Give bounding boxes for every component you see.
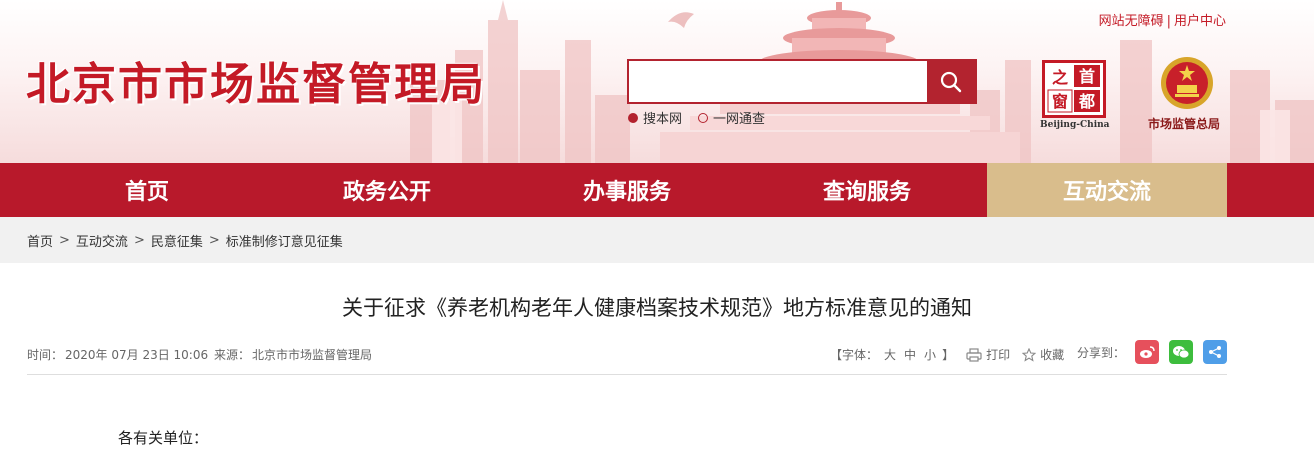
site-title[interactable]: 北京市市场监督管理局 <box>26 48 486 112</box>
share-label: 分享到： <box>1077 345 1126 360</box>
font-size-large[interactable]: 大 <box>884 346 896 363</box>
print-button[interactable]: 打印 <box>966 346 1010 363</box>
search-scope-unified-radio[interactable]: 一网通查 <box>698 108 765 127</box>
top-links: 网站无障碍 | 用户中心 <box>1099 10 1226 29</box>
seal-caption: Beijing-China <box>1040 120 1110 130</box>
publish-time: 2020年 07月 23日 10:06 <box>65 348 209 362</box>
breadcrumb: 首页 > 互动交流 > 民意征集 > 标准制修订意见征集 <box>0 217 1314 263</box>
font-size-control: 【字体： 大中小】 <box>830 346 954 363</box>
breadcrumb-separator: > <box>133 232 145 248</box>
article: 关于征求《养老机构老年人健康档案技术规范》地方标准意见的通知 时间： 2020年 … <box>0 263 1314 448</box>
source-label: 来源： <box>213 348 250 362</box>
seal-char-2: 都 <box>1078 92 1095 111</box>
font-size-medium[interactable]: 中 <box>904 346 916 363</box>
article-source: 北京市市场监督管理局 <box>251 348 372 362</box>
more-share-button[interactable] <box>1203 340 1228 364</box>
nav-item-government-affairs[interactable]: 政务公开 <box>267 163 507 217</box>
seal-char-4: 窗 <box>1052 92 1068 111</box>
search-icon <box>940 71 962 92</box>
radio-unselected-icon <box>698 112 709 123</box>
search-box <box>627 59 977 104</box>
favorite-label: 收藏 <box>1040 348 1065 362</box>
article-meta-bar: 时间： 2020年 07月 23日 10:06 来源： 北京市市场监督管理局 【字体… <box>27 340 1228 375</box>
time-label: 时间： <box>27 348 64 362</box>
link-separator: | <box>1166 14 1171 29</box>
wechat-icon <box>1173 346 1190 359</box>
article-meta: 时间： 2020年 07月 23日 10:06 来源： 北京市市场监督管理局 <box>27 346 374 363</box>
font-size-prefix: 【字体： <box>830 348 879 362</box>
search-scope-options: 搜本网 一网通查 <box>628 108 765 127</box>
font-size-suffix: 】 <box>942 348 955 362</box>
seal-char-1: 首 <box>1079 67 1095 86</box>
article-tools: 【字体： 大中小】 打印 收藏 <box>830 346 1076 363</box>
breadcrumb-home[interactable]: 首页 <box>27 231 53 250</box>
print-label: 打印 <box>986 348 1011 362</box>
nav-item-query[interactable]: 查询服务 <box>747 163 987 217</box>
site-header: 北京市市场监督管理局 网站无障碍 | 用户中心 搜本网 一网通查 首 都 之 窗… <box>0 0 1314 163</box>
wechat-share-button[interactable] <box>1169 340 1194 364</box>
weibo-share-button[interactable] <box>1135 340 1160 364</box>
nav-item-services[interactable]: 办事服务 <box>507 163 747 217</box>
nav-item-home[interactable]: 首页 <box>27 163 267 217</box>
salutation: 各有关单位： <box>118 429 209 447</box>
breadcrumb-separator: > <box>208 232 220 248</box>
search-scope-unified-label: 一网通查 <box>713 112 766 127</box>
printer-icon <box>966 347 982 362</box>
breadcrumb-standard-solicitation[interactable]: 标准制修订意见征集 <box>226 231 343 250</box>
user-center-link[interactable]: 用户中心 <box>1174 14 1226 29</box>
share-bar: 分享到： <box>1077 340 1228 364</box>
favorite-button[interactable]: 收藏 <box>1022 346 1064 363</box>
breadcrumb-interaction[interactable]: 互动交流 <box>76 231 128 250</box>
search-input[interactable] <box>629 61 927 102</box>
search-scope-site-label: 搜本网 <box>643 112 683 127</box>
font-size-small[interactable]: 小 <box>924 346 936 363</box>
article-body: 各有关单位： <box>0 375 1314 448</box>
breadcrumb-public-opinion[interactable]: 民意征集 <box>151 231 203 250</box>
capital-window-seal[interactable]: 首 都 之 窗 <box>1042 60 1106 118</box>
emblem-caption: 市场监管总局 <box>1148 117 1221 131</box>
seal-icon: 首 都 之 窗 <box>1047 65 1100 113</box>
article-title: 关于征求《养老机构老年人健康档案技术规范》地方标准意见的通知 <box>342 296 972 320</box>
nav-item-interaction[interactable]: 互动交流 <box>987 163 1227 217</box>
national-emblem-icon[interactable] <box>1159 55 1215 111</box>
search-scope-site-radio[interactable]: 搜本网 <box>628 108 682 127</box>
search-button[interactable] <box>927 61 975 102</box>
share-icon <box>1209 346 1222 358</box>
breadcrumb-separator: > <box>59 232 70 248</box>
seal-char-3: 之 <box>1052 68 1068 87</box>
accessibility-link[interactable]: 网站无障碍 <box>1099 14 1164 29</box>
radio-selected-icon <box>628 112 638 123</box>
weibo-icon <box>1140 346 1155 358</box>
main-nav: 首页 政务公开 办事服务 查询服务 互动交流 <box>0 163 1314 217</box>
star-icon <box>1022 347 1037 362</box>
